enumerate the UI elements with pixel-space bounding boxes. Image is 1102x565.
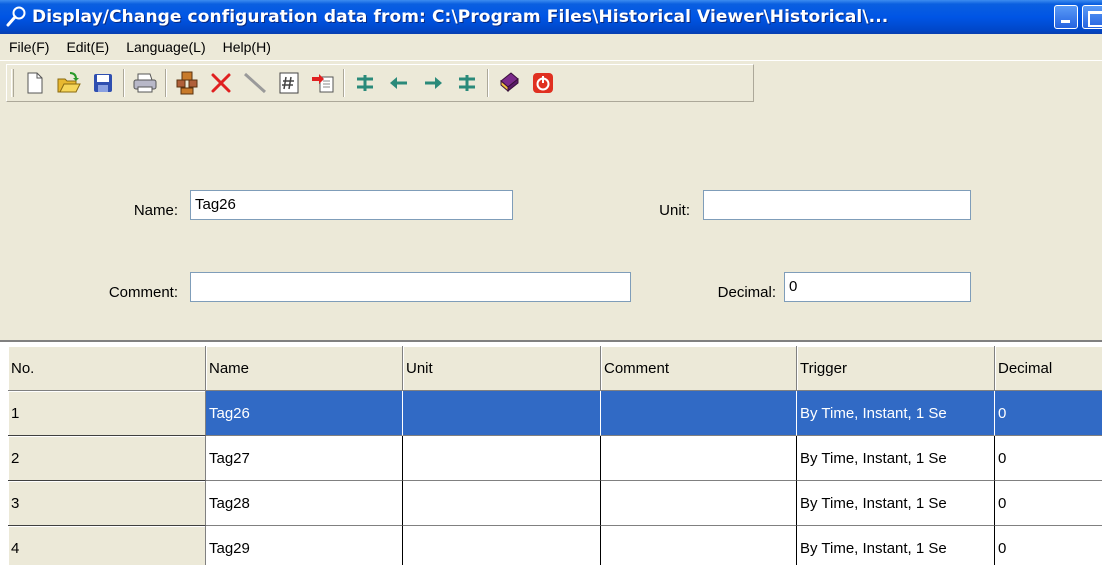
row-number-cell[interactable]: 4 (8, 526, 206, 565)
decimal-cell[interactable]: 0 (995, 481, 1102, 526)
name-cell[interactable]: Tag27 (206, 436, 403, 481)
column-header-trigger[interactable]: Trigger (797, 346, 995, 391)
wrench-icon (4, 5, 28, 29)
table-row[interactable]: 2 Tag27 By Time, Instant, 1 Se 0 (8, 436, 1102, 481)
save-disk-icon[interactable] (88, 68, 118, 98)
toolbar-separator (343, 69, 345, 97)
name-cell[interactable]: Tag28 (206, 481, 403, 526)
decimal-cell[interactable]: 0 (995, 526, 1102, 565)
open-folder-icon[interactable] (54, 68, 84, 98)
menu-bar: File(F) Edit(E) Language(L) Help(H) (0, 34, 1102, 60)
toolbar (6, 64, 754, 102)
unit-cell[interactable] (403, 481, 601, 526)
decimal-cell[interactable]: 0 (995, 391, 1102, 436)
table-row[interactable]: 4 Tag29 By Time, Instant, 1 Se 0 (8, 526, 1102, 565)
move-bottom-icon[interactable] (452, 68, 482, 98)
import-icon[interactable] (308, 68, 338, 98)
menu-language[interactable]: Language(L) (117, 34, 213, 60)
line-icon[interactable] (240, 68, 270, 98)
move-left-icon[interactable] (384, 68, 414, 98)
maximize-button[interactable] (1082, 5, 1102, 29)
column-header-name[interactable]: Name (206, 346, 403, 391)
table-row[interactable]: 1 Tag26 By Time, Instant, 1 Se 0 (8, 391, 1102, 436)
unit-cell[interactable] (403, 391, 601, 436)
unit-field[interactable] (703, 190, 971, 220)
menu-edit[interactable]: Edit(E) (57, 34, 117, 60)
tags-icon[interactable] (172, 68, 202, 98)
name-field[interactable]: Tag26 (190, 190, 513, 220)
menu-help[interactable]: Help(H) (214, 34, 279, 60)
unit-cell[interactable] (403, 526, 601, 565)
comment-cell[interactable] (601, 436, 797, 481)
menu-file[interactable]: File(F) (0, 34, 57, 60)
power-stop-icon[interactable] (528, 68, 558, 98)
name-cell[interactable]: Tag29 (206, 526, 403, 565)
comment-label: Comment: (108, 284, 178, 301)
column-header-decimal[interactable]: Decimal (995, 346, 1102, 391)
decimal-cell[interactable]: 0 (995, 436, 1102, 481)
comment-cell[interactable] (601, 481, 797, 526)
table-header-row: No. Name Unit Comment Trigger Decimal (8, 346, 1102, 391)
tag-edit-form: Name: Tag26 Unit: Comment: Decimal: 0 (0, 144, 1102, 340)
toolbar-grip[interactable] (11, 69, 14, 97)
title-bar[interactable]: Display/Change configuration data from: … (0, 0, 1102, 34)
toolbar-area (0, 60, 1102, 144)
minimize-button[interactable] (1054, 5, 1078, 29)
unit-label: Unit: (659, 202, 690, 219)
trigger-cell[interactable]: By Time, Instant, 1 Se (797, 526, 995, 565)
table-row[interactable]: 3 Tag28 By Time, Instant, 1 Se 0 (8, 481, 1102, 526)
column-header-unit[interactable]: Unit (403, 346, 601, 391)
comment-field[interactable] (190, 272, 631, 302)
name-label: Name: (133, 202, 178, 219)
toolbar-separator (487, 69, 489, 97)
book-icon[interactable] (494, 68, 524, 98)
unit-cell[interactable] (403, 436, 601, 481)
move-top-icon[interactable] (350, 68, 380, 98)
column-header-no[interactable]: No. (8, 346, 206, 391)
row-number-cell[interactable]: 3 (8, 481, 206, 526)
delete-x-icon[interactable] (206, 68, 236, 98)
comment-cell[interactable] (601, 526, 797, 565)
trigger-cell[interactable]: By Time, Instant, 1 Se (797, 391, 995, 436)
window-title: Display/Change configuration data from: … (32, 7, 889, 27)
toolbar-separator (165, 69, 167, 97)
trigger-cell[interactable]: By Time, Instant, 1 Se (797, 436, 995, 481)
decimal-label: Decimal: (717, 284, 776, 301)
print-icon[interactable] (130, 68, 160, 98)
move-right-icon[interactable] (418, 68, 448, 98)
trigger-cell[interactable]: By Time, Instant, 1 Se (797, 481, 995, 526)
number-grid-icon[interactable] (274, 68, 304, 98)
name-cell[interactable]: Tag26 (206, 391, 403, 436)
toolbar-separator (123, 69, 125, 97)
comment-cell[interactable] (601, 391, 797, 436)
row-number-cell[interactable]: 1 (8, 391, 206, 436)
column-header-comment[interactable]: Comment (601, 346, 797, 391)
row-number-cell[interactable]: 2 (8, 436, 206, 481)
tag-table: No. Name Unit Comment Trigger Decimal 1 … (0, 340, 1102, 565)
new-file-icon[interactable] (20, 68, 50, 98)
decimal-field[interactable]: 0 (784, 272, 971, 302)
